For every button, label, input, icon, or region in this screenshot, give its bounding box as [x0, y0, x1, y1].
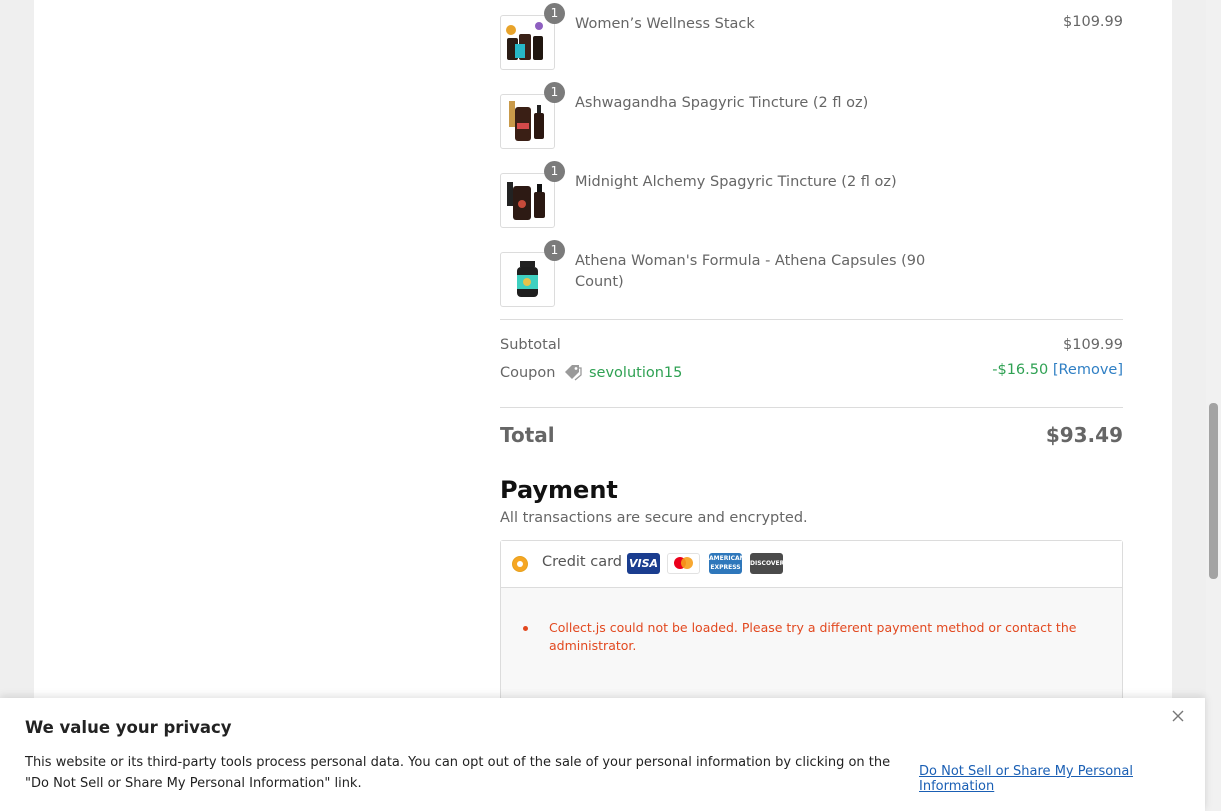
close-icon[interactable] [1170, 708, 1186, 724]
coupon-row-right: -$16.50 [Remove] [992, 362, 1123, 378]
total-value: $93.49 [1045, 423, 1123, 447]
coupon-discount: -$16.50 [992, 362, 1049, 378]
payment-error-message: Collect.js could not be loaded. Please t… [549, 620, 1077, 653]
amex-icon: AMERICAN EXPRESS [709, 553, 745, 574]
divider [500, 319, 1123, 320]
discover-icon: DISCOVER [750, 553, 784, 574]
coupon-label: Coupon [500, 365, 556, 381]
quantity-badge: 1 [544, 82, 565, 103]
credit-card-label: Credit card [542, 554, 622, 570]
divider [500, 407, 1123, 408]
privacy-title: We value your privacy [25, 718, 232, 737]
quantity-badge: 1 [544, 3, 565, 24]
item-name: Midnight Alchemy Spagyric Tincture (2 fl… [575, 174, 897, 190]
privacy-banner: We value your privacy This website or it… [0, 698, 1205, 811]
subtotal-label: Subtotal [500, 337, 561, 353]
quantity-badge: 1 [544, 161, 565, 182]
coupon-code: sevolution15 [589, 365, 683, 381]
do-not-sell-link[interactable]: Do Not Sell or Share My Personal Informa… [919, 764, 1205, 794]
privacy-text: This website or its third-party tools pr… [25, 755, 891, 791]
total-label: Total [500, 423, 555, 447]
product-thumbnail [500, 15, 555, 70]
item-price: $109.99 [1063, 14, 1123, 30]
credit-card-radio[interactable] [512, 556, 528, 572]
remove-coupon-link[interactable]: [Remove] [1053, 362, 1123, 378]
product-thumbnail [500, 173, 555, 228]
item-name: Women’s Wellness Stack [575, 16, 755, 32]
item-name: Ashwagandha Spagyric Tincture (2 fl oz) [575, 95, 869, 111]
mastercard-icon [667, 553, 700, 574]
product-thumbnail [500, 94, 555, 149]
item-name: Athena Woman's Formula - Athena Capsules… [575, 253, 926, 290]
quantity-badge: 1 [544, 240, 565, 261]
payment-title: Payment [500, 476, 618, 504]
visa-icon: VISA [627, 553, 660, 574]
tag-icon [564, 364, 583, 385]
payment-subtitle: All transactions are secure and encrypte… [500, 510, 808, 526]
credit-card-option[interactable]: Credit card VISA AMERICAN EXPRESS DISCOV… [501, 541, 1122, 588]
product-thumbnail [500, 252, 555, 307]
subtotal-value: $109.99 [1063, 337, 1123, 353]
scrollbar-thumb[interactable] [1209, 403, 1218, 579]
error-bullet [523, 626, 528, 631]
